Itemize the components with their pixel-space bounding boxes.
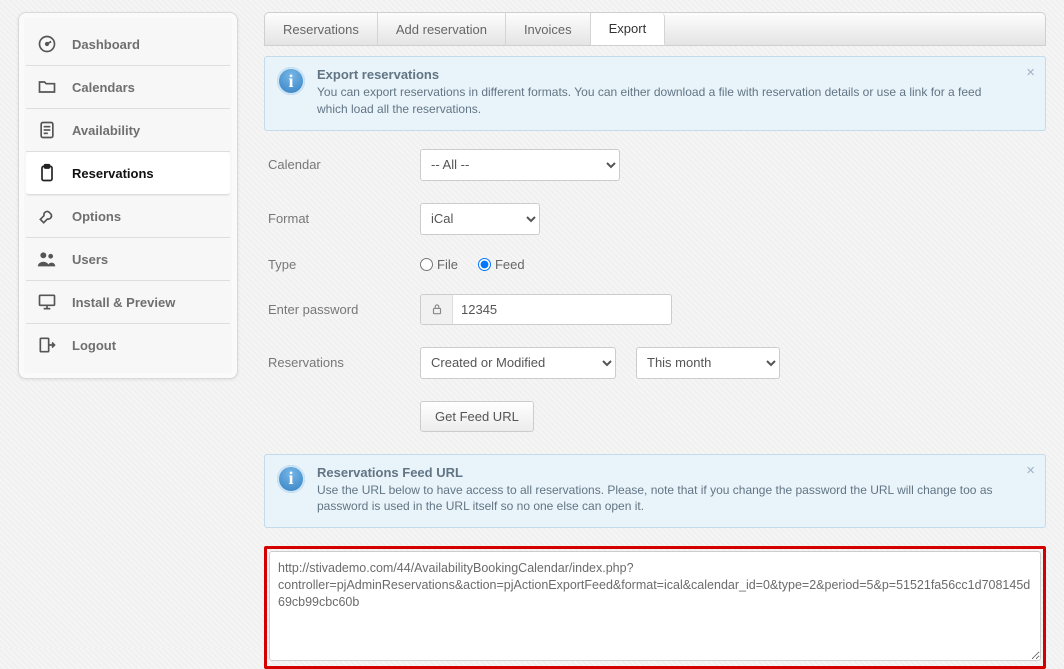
sidebar-item-label: Users: [72, 252, 108, 267]
sidebar-item-label: Install & Preview: [72, 295, 175, 310]
sidebar-item-options[interactable]: Options: [26, 195, 230, 238]
info-export: i Export reservations You can export res…: [264, 56, 1046, 131]
radio-label: File: [437, 257, 458, 272]
type-radio-feed-input[interactable]: [478, 258, 491, 271]
sidebar-item-label: Options: [72, 209, 121, 224]
close-icon[interactable]: ×: [1026, 463, 1035, 478]
sidebar-item-label: Logout: [72, 338, 116, 353]
tab-label: Invoices: [524, 22, 572, 37]
info-feed-url: i Reservations Feed URL Use the URL belo…: [264, 454, 1046, 529]
sidebar-item-logout[interactable]: Logout: [26, 324, 230, 366]
sidebar-item-calendars[interactable]: Calendars: [26, 66, 230, 109]
sidebar: Dashboard Calendars Availability Reserva…: [18, 12, 238, 379]
calendar-label: Calendar: [268, 157, 420, 172]
clipboard-icon: [36, 162, 58, 184]
logout-icon: [36, 334, 58, 356]
calendar-select[interactable]: -- All --: [420, 149, 620, 181]
tabs: Reservations Add reservation Invoices Ex…: [264, 12, 1046, 46]
wrench-icon: [36, 205, 58, 227]
radio-label: Feed: [495, 257, 525, 272]
get-feed-url-button[interactable]: Get Feed URL: [420, 401, 534, 432]
tab-invoices[interactable]: Invoices: [506, 13, 591, 45]
row-format: Format iCal: [268, 203, 1042, 235]
sidebar-item-availability[interactable]: Availability: [26, 109, 230, 152]
row-submit: Get Feed URL: [268, 401, 1042, 432]
password-wrapper: [420, 294, 672, 325]
info-icon: i: [277, 67, 305, 95]
tab-reservations[interactable]: Reservations: [265, 13, 378, 45]
folder-icon: [36, 76, 58, 98]
gauge-icon: [36, 33, 58, 55]
password-label: Enter password: [268, 302, 420, 317]
type-label: Type: [268, 257, 420, 272]
main-content: Reservations Add reservation Invoices Ex…: [264, 12, 1046, 636]
monitor-icon: [36, 291, 58, 313]
sidebar-item-install-preview[interactable]: Install & Preview: [26, 281, 230, 324]
users-icon: [36, 248, 58, 270]
close-icon[interactable]: ×: [1026, 65, 1035, 80]
tab-label: Add reservation: [396, 22, 487, 37]
reservations-label: Reservations: [268, 355, 420, 370]
sidebar-item-users[interactable]: Users: [26, 238, 230, 281]
row-reservations: Reservations Created or Modified This mo…: [268, 347, 1042, 379]
sidebar-item-label: Reservations: [72, 166, 154, 181]
type-radio-file-input[interactable]: [420, 258, 433, 271]
format-select[interactable]: iCal: [420, 203, 540, 235]
info-text: Reservations Feed URL Use the URL below …: [317, 465, 1013, 516]
sidebar-item-reservations[interactable]: Reservations: [26, 152, 230, 195]
info-body: You can export reservations in different…: [317, 84, 1013, 118]
sidebar-item-label: Dashboard: [72, 37, 140, 52]
type-radio-feed[interactable]: Feed: [478, 257, 525, 272]
info-body: Use the URL below to have access to all …: [317, 482, 1013, 516]
info-text: Export reservations You can export reser…: [317, 67, 1013, 118]
type-radio-file[interactable]: File: [420, 257, 458, 272]
tab-export[interactable]: Export: [591, 13, 666, 45]
sidebar-item-dashboard[interactable]: Dashboard: [26, 23, 230, 66]
info-title: Export reservations: [317, 67, 1013, 82]
row-calendar: Calendar -- All --: [268, 149, 1042, 181]
sidebar-item-label: Calendars: [72, 80, 135, 95]
row-type: Type File Feed: [268, 257, 1042, 272]
sidebar-item-label: Availability: [72, 123, 140, 138]
tab-label: Reservations: [283, 22, 359, 37]
tab-add-reservation[interactable]: Add reservation: [378, 13, 506, 45]
lock-icon: [421, 295, 453, 324]
document-icon: [36, 119, 58, 141]
format-label: Format: [268, 211, 420, 226]
row-password: Enter password: [268, 294, 1042, 325]
reservations-period-select[interactable]: This month: [636, 347, 780, 379]
password-input[interactable]: [453, 295, 671, 324]
tab-label: Export: [609, 21, 647, 36]
info-icon: i: [277, 465, 305, 493]
info-title: Reservations Feed URL: [317, 465, 1013, 480]
feed-url-textarea[interactable]: http://stivademo.com/44/AvailabilityBook…: [269, 551, 1041, 661]
feed-url-highlight-frame: http://stivademo.com/44/AvailabilityBook…: [264, 546, 1046, 669]
export-form: Calendar -- All -- Format iCal Type File: [264, 149, 1046, 432]
reservations-criteria-select[interactable]: Created or Modified: [420, 347, 616, 379]
